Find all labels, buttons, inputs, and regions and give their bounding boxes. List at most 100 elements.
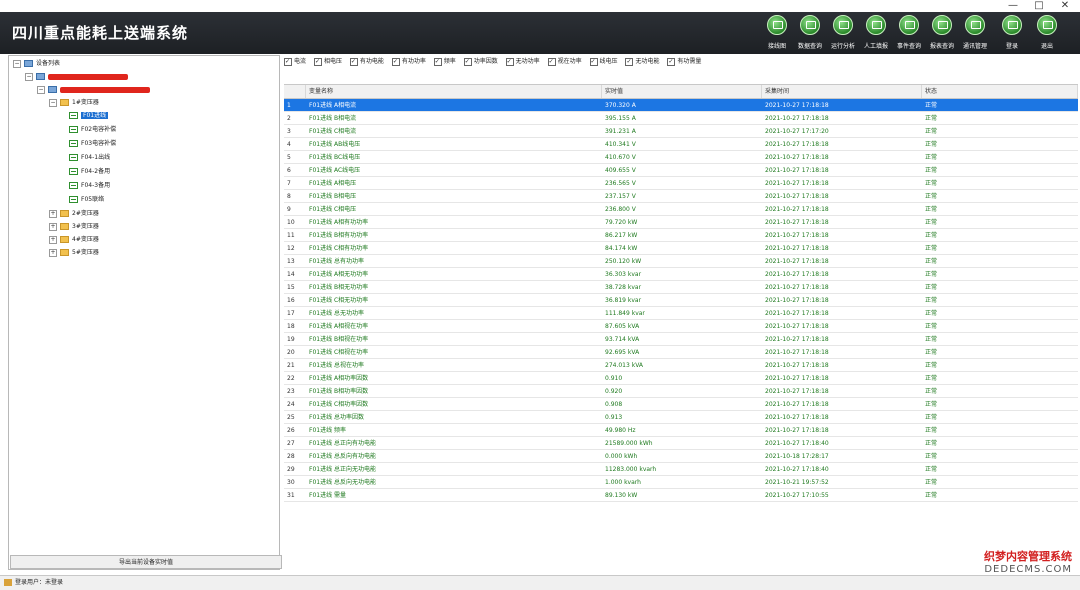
tree-feeder-f05[interactable]: F05联络 (69, 194, 104, 206)
table-row[interactable]: 23 F01进线 B相功率因数 0.920 2021-10-27 17:18:18 正常 (284, 385, 1078, 398)
checkbox-icon[interactable] (505, 56, 514, 68)
export-realtime-button[interactable]: 导出当前设备实时值 (10, 555, 282, 569)
filter-checkbox-active-energy[interactable]: 有功电能 (349, 56, 384, 68)
filter-checkbox-frequency[interactable]: 频率 (433, 56, 456, 68)
filter-checkbox-current[interactable]: 电流 (284, 56, 306, 68)
table-row[interactable]: 5 F01进线 BC线电压 410.670 V 2021-10-27 17:18:18… (284, 151, 1078, 164)
tree-feeder-f04-3[interactable]: F04-3备用 (69, 180, 110, 192)
folder-icon (60, 99, 69, 106)
tree-site-node[interactable]: − (25, 71, 128, 83)
realtime-value-cell: 93.714 kVA (605, 336, 640, 343)
table-row[interactable]: 18 F01进线 A相视在功率 87.605 kVA 2021-10-27 17:18… (284, 320, 1078, 333)
table-row[interactable]: 11 F01进线 B相有功功率 86.217 kW 2021-10-27 17:18:… (284, 229, 1078, 242)
table-row[interactable]: 3 F01进线 C相电流 391.231 A 2021-10-27 17:17:20 正… (284, 125, 1078, 138)
table-row[interactable]: 20 F01进线 C相视在功率 92.695 kVA 2021-10-27 17:18… (284, 346, 1078, 359)
maximize-icon[interactable]: □ (1030, 0, 1048, 12)
table-row[interactable]: 28 F01进线 总反向有功电能 0.000 kWh 2021-10-18 17:28… (284, 450, 1078, 463)
filter-checkbox-active-demand[interactable]: 有功需量 (667, 56, 701, 68)
status-cell: 正常 (925, 245, 938, 252)
collapse-icon[interactable]: − (37, 85, 45, 94)
filter-label: 视在功率 (557, 58, 582, 65)
table-row[interactable]: 27 F01进线 总正向有功电能 21589.000 kWh 2021-10-27 1… (284, 437, 1078, 450)
filter-checkbox-power-factor[interactable]: 功率因数 (463, 56, 498, 68)
table-row[interactable]: 15 F01进线 B相无功功率 38.728 kvar 2021-10-27 17:1… (284, 281, 1078, 294)
table-row[interactable]: 12 F01进线 C相有功功率 84.174 kW 2021-10-27 17:18:… (284, 242, 1078, 255)
table-row[interactable]: 14 F01进线 A相无功功率 36.303 kvar 2021-10-27 17:1… (284, 268, 1078, 281)
table-row[interactable]: 29 F01进线 总正向无功电能 11283.000 kvarh 2021-10-27… (284, 463, 1078, 476)
table-row[interactable]: 13 F01进线 总有功功率 250.120 kW 2021-10-27 17:18:… (284, 255, 1078, 268)
table-row[interactable]: 2 F01进线 B相电流 395.155 A 2021-10-27 17:18:18 正… (284, 112, 1078, 125)
table-row[interactable]: 8 F01进线 B相电压 237.157 V 2021-10-27 17:18:18 正… (284, 190, 1078, 203)
tree-transformer-4[interactable]: +4#变压器 (49, 234, 99, 246)
column-header-value[interactable]: 实时值 (602, 85, 762, 98)
table-row[interactable]: 9 F01进线 C相电压 236.800 V 2021-10-27 17:18:18 正… (284, 203, 1078, 216)
table-row[interactable]: 17 F01进线 总无功功率 111.849 kvar 2021-10-27 17:1… (284, 307, 1078, 320)
tree-root[interactable]: − 设备列表 (13, 58, 60, 70)
table-row[interactable]: 21 F01进线 总视在功率 274.013 kVA 2021-10-27 17:18… (284, 359, 1078, 372)
collapse-icon[interactable]: − (13, 59, 21, 68)
row-number-cell: 21 (287, 362, 295, 369)
table-row[interactable]: 24 F01进线 C相功率因数 0.908 2021-10-27 17:18:18 正常 (284, 398, 1078, 411)
table-row[interactable]: 31 F01进线 需量 89.130 kW 2021-10-27 17:10:55 正常 (284, 489, 1078, 502)
collapse-icon[interactable]: − (49, 98, 57, 107)
tree-feeder-f04-1[interactable]: F04-1出线 (69, 152, 110, 164)
checkbox-icon[interactable] (589, 56, 598, 68)
realtime-value-cell: 38.728 kvar (605, 284, 642, 291)
tree-transformer-5[interactable]: +5#变压器 (49, 247, 99, 259)
checkbox-icon[interactable] (433, 56, 442, 68)
expand-icon[interactable]: + (49, 209, 57, 218)
table-row[interactable]: 4 F01进线 AB线电压 410.341 V 2021-10-27 17:18:18… (284, 138, 1078, 151)
table-row[interactable]: 6 F01进线 AC线电压 409.655 V 2021-10-27 17:18:18… (284, 164, 1078, 177)
expand-icon[interactable]: + (49, 248, 57, 257)
tree-feeder-f04-2[interactable]: F04-2备用 (69, 166, 110, 178)
filter-checkbox-apparent-power[interactable]: 视在功率 (547, 56, 582, 68)
collapse-icon[interactable]: − (25, 72, 33, 81)
checkbox-icon[interactable] (284, 56, 292, 68)
tree-feeder-f01[interactable]: F01进线 (69, 110, 109, 122)
comm-management-button[interactable]: 通讯管理 (958, 15, 992, 53)
minimize-icon[interactable]: — (1004, 0, 1022, 12)
column-header-time[interactable]: 采集时间 (762, 85, 922, 98)
tree-transformer-1[interactable]: − 1#变压器 (49, 97, 99, 109)
checkbox-icon[interactable] (667, 56, 676, 68)
table-row[interactable]: 7 F01进线 A相电压 236.565 V 2021-10-27 17:18:18 正… (284, 177, 1078, 190)
filter-label: 有功电能 (359, 58, 384, 65)
filter-checkbox-active-power[interactable]: 有功功率 (391, 56, 426, 68)
table-row[interactable]: 25 F01进线 总功率因数 0.913 2021-10-27 17:18:18 正常 (284, 411, 1078, 424)
checkbox-icon[interactable] (463, 56, 472, 68)
close-icon[interactable]: ✕ (1056, 0, 1074, 12)
checkbox-icon[interactable] (391, 56, 400, 68)
tree-transformer-3[interactable]: +3#变压器 (49, 221, 99, 233)
exit-button[interactable]: 退出 (1030, 15, 1064, 53)
tree-feeder-f03[interactable]: F03电容补偿 (69, 138, 116, 150)
filter-checkbox-reactive-energy[interactable]: 无功电能 (625, 56, 659, 68)
tree-feeder-f02[interactable]: F02电容补偿 (69, 124, 116, 136)
column-header-status[interactable]: 状态 (922, 85, 1078, 98)
checkbox-icon[interactable] (313, 56, 322, 68)
collect-time-cell: 2021-10-27 17:18:40 (765, 440, 829, 447)
tree-transformer-2[interactable]: +2#变压器 (49, 208, 99, 220)
variable-name-cell: F01进线 A相视在功率 (309, 323, 369, 330)
table-row[interactable]: 1 F01进线 A相电流 370.320 A 2021-10-27 17:18:18 正… (284, 99, 1078, 112)
report-query-icon (932, 15, 952, 35)
realtime-value-cell: 0.910 (605, 375, 623, 382)
table-row[interactable]: 16 F01进线 C相无功功率 36.819 kvar 2021-10-27 17:1… (284, 294, 1078, 307)
feeder-label: F01进线 (81, 112, 109, 119)
expand-icon[interactable]: + (49, 235, 57, 244)
filter-checkbox-reactive-power[interactable]: 无功功率 (505, 56, 540, 68)
row-number-cell: 16 (287, 297, 295, 304)
expand-icon[interactable]: + (49, 222, 57, 231)
checkbox-icon[interactable] (547, 56, 556, 68)
realtime-value-cell: 370.320 A (605, 102, 636, 109)
table-row[interactable]: 19 F01进线 B相视在功率 93.714 kVA 2021-10-27 17:18… (284, 333, 1078, 346)
table-row[interactable]: 22 F01进线 A相功率因数 0.910 2021-10-27 17:18:18 正常 (284, 372, 1078, 385)
filter-checkbox-phase-voltage[interactable]: 相电压 (313, 56, 342, 68)
checkbox-icon[interactable] (349, 56, 358, 68)
filter-checkbox-line-voltage[interactable]: 线电压 (589, 56, 618, 68)
table-row[interactable]: 30 F01进线 总反向无功电能 1.000 kvarh 2021-10-21 19:… (284, 476, 1078, 489)
checkbox-icon[interactable] (625, 56, 634, 68)
tree-substation-node[interactable]: − (37, 84, 150, 96)
column-header-name[interactable]: 变量名称 (306, 85, 602, 98)
table-row[interactable]: 26 F01进线 频率 49.980 Hz 2021-10-27 17:18:18 正常 (284, 424, 1078, 437)
table-row[interactable]: 10 F01进线 A相有功功率 79.720 kW 2021-10-27 17:18:… (284, 216, 1078, 229)
